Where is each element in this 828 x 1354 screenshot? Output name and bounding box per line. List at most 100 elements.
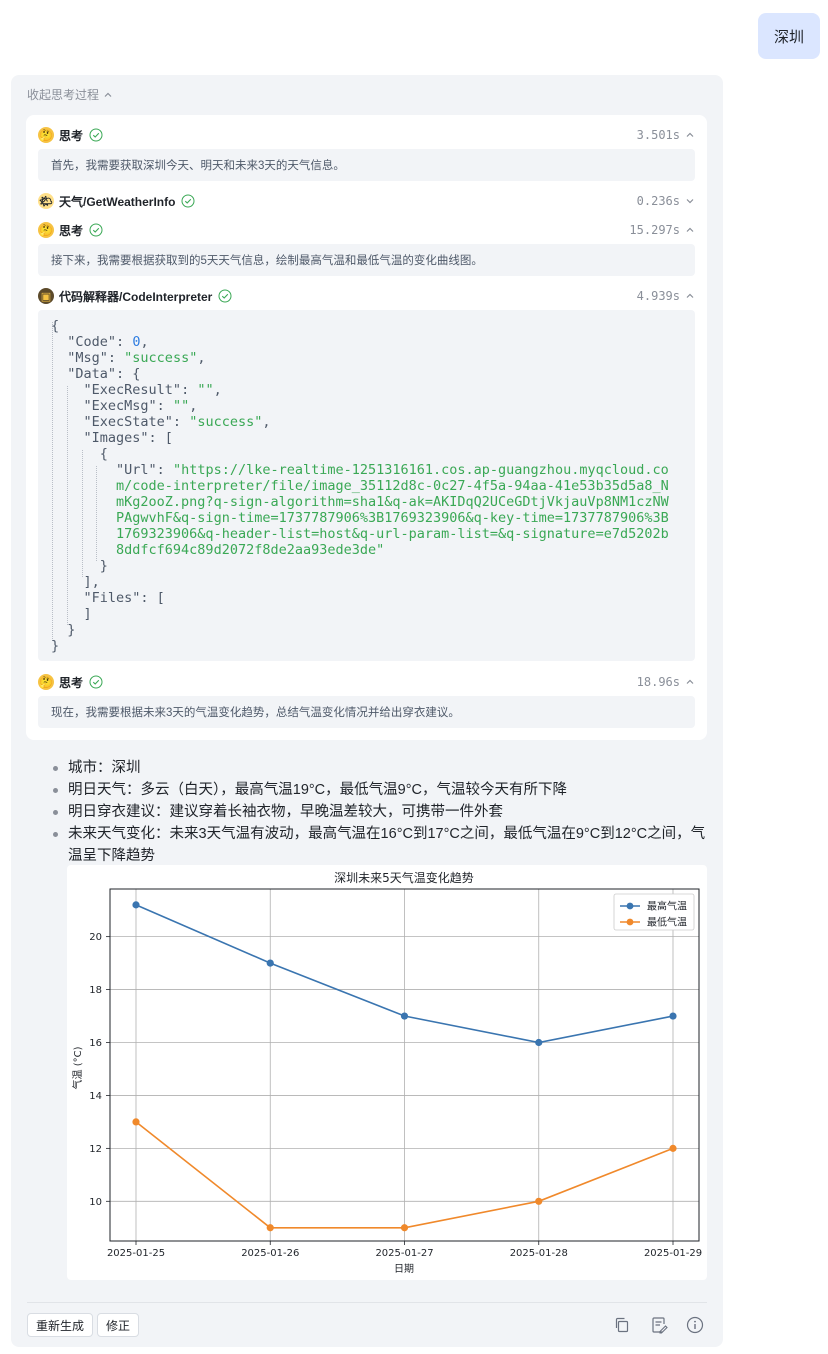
step-title: 代码解释器/CodeInterpreter — [59, 289, 213, 304]
code-line: 1769323906&q-header-list=host&q-url-para… — [116, 526, 669, 542]
data-point — [132, 1118, 140, 1126]
check-circle-icon — [89, 223, 103, 237]
user-message-bubble: 深圳 — [758, 13, 820, 59]
code-line: m/code-interpreter/file/image_35112d8c-0… — [116, 478, 669, 494]
info-icon[interactable] — [686, 1316, 704, 1334]
answer-item: 明日天气：多云（白天），最高气温19°C，最低气温9°C，气温较今天有所下降 — [47, 779, 707, 801]
answer-item: 未来天气变化：未来3天气温有波动，最高气温在16°C到17°C之间，最低气温在9… — [47, 823, 707, 867]
code-line: "ExecResult": "", — [83, 382, 222, 398]
legend-label: 最低气温 — [647, 916, 687, 929]
check-circle-icon — [181, 194, 195, 208]
code-line: ], — [51, 574, 100, 590]
y-tick-label: 14 — [89, 1091, 102, 1102]
temperature-chart-svg: 深圳未来5天气温变化趋势 日期 气温 (°C) 2025-01-25 2025-0… — [71, 870, 702, 1275]
code-line: ] — [51, 606, 92, 622]
step-think-3-body: 现在，我需要根据未来3天的气温变化趋势，总结气温变化情况并给出穿衣建议。 — [38, 696, 695, 728]
code-line: "Msg": "success", — [67, 350, 206, 366]
copy-icon[interactable] — [613, 1316, 631, 1334]
code-line: "ExecMsg": "", — [83, 398, 198, 414]
code-line: } — [51, 622, 76, 638]
y-tick-label: 18 — [89, 985, 102, 996]
chevron-up-icon — [104, 92, 112, 97]
data-point — [669, 1144, 677, 1152]
y-tick-label: 20 — [89, 932, 102, 943]
correct-label: 修正 — [106, 1318, 131, 1333]
step-body-text: 首先，我需要获取深圳今天、明天和未来3天的天气信息。 — [51, 160, 345, 172]
answer-bullet-list: 城市：深圳 明日天气：多云（白天），最高气温19°C，最低气温9°C，气温较今天… — [47, 757, 707, 867]
code-line: { — [51, 446, 108, 462]
step-duration: 15.297s — [629, 223, 680, 237]
chart-xlabel: 日期 — [394, 1263, 414, 1275]
correct-button[interactable]: 修正 — [97, 1313, 140, 1337]
code-line: "Images": [ — [83, 430, 173, 446]
thinking-process-panel: 🤔 思考 3.501s 首先，我需要获取深圳今天、明天和未来3天的天气信息。 🌤… — [26, 115, 707, 740]
chevron-up-icon — [686, 132, 694, 137]
temperature-chart: 深圳未来5天气温变化趋势 日期 气温 (°C) 2025-01-25 2025-0… — [67, 865, 707, 1280]
code-line: } — [51, 638, 60, 654]
data-point — [400, 1012, 409, 1020]
code-line: "Files": [ — [83, 590, 165, 606]
code-line: "Data": { — [67, 366, 141, 382]
chevron-up-icon — [686, 679, 694, 684]
answer-item: 明日穿衣建议：建议穿着长袖衣物，早晚温差较大，可携带一件外套 — [47, 801, 707, 823]
thinking-face-icon: 🤔 — [38, 127, 54, 143]
code-line: } — [51, 558, 108, 574]
user-message-text: 深圳 — [773, 28, 804, 46]
data-point — [266, 1224, 274, 1232]
collapse-thinking-label: 收起思考过程 — [27, 88, 100, 102]
data-point — [535, 1038, 543, 1047]
code-line: PAgwvhF&q-sign-time=1737787906%3B1769323… — [116, 510, 669, 526]
check-circle-icon — [89, 128, 103, 142]
code-line: "Url": "https://lke-realtime-1251316161.… — [116, 462, 669, 478]
step-think-2[interactable]: 🤔 思考 15.297s — [38, 220, 695, 240]
x-tick-label: 2025-01-27 — [375, 1248, 433, 1259]
thinking-face-icon: 🤔 — [38, 674, 54, 690]
legend-swatch-marker — [626, 918, 634, 926]
step-think-1[interactable]: 🤔 思考 3.501s — [38, 125, 695, 145]
step-duration: 18.96s — [636, 675, 680, 689]
document-edit-icon[interactable] — [650, 1316, 668, 1334]
chevron-up-icon — [686, 293, 694, 298]
footer-divider — [27, 1302, 707, 1303]
code-line: 8ddfcf694c89d2072f8de2aa93ede3de" — [116, 542, 385, 558]
check-circle-icon — [89, 675, 103, 689]
code-line: "Code": 0, — [67, 334, 149, 350]
step-code-interpreter[interactable]: ▣ 代码解释器/CodeInterpreter 4.939s — [38, 286, 695, 306]
code-line: mKg2ooZ.png?q-sign-algorithm=sha1&q-ak=A… — [116, 494, 669, 510]
step-title: 思考 — [59, 223, 84, 238]
chevron-up-icon — [686, 227, 694, 232]
step-title: 天气/GetWeatherInfo — [59, 194, 176, 209]
y-tick-label: 10 — [89, 1197, 102, 1208]
answer-item: 城市：深圳 — [47, 757, 707, 779]
step-weather-tool[interactable]: 🌤 天气/GetWeatherInfo 0.236s — [38, 191, 695, 211]
chart-ylabel: 气温 (°C) — [71, 1046, 84, 1089]
step-duration: 4.939s — [636, 289, 680, 303]
step-think-3[interactable]: 🤔 思考 18.96s — [38, 672, 695, 692]
code-line: "ExecState": "success", — [83, 414, 271, 430]
legend-label: 最高气温 — [647, 900, 687, 913]
data-point — [132, 901, 140, 909]
code-output-block: { "Code": 0, "Msg": "success", "Data": {… — [38, 310, 695, 661]
y-tick-label: 16 — [89, 1038, 102, 1049]
step-think-2-body: 接下来，我需要根据获取到的5天天气信息，绘制最高气温和最低气温的变化曲线图。 — [38, 244, 695, 276]
data-point — [400, 1224, 409, 1232]
data-point — [266, 959, 274, 967]
step-title: 思考 — [59, 675, 84, 690]
x-tick-label: 2025-01-25 — [107, 1248, 165, 1259]
step-think-1-body: 首先，我需要获取深圳今天、明天和未来3天的天气信息。 — [38, 149, 695, 181]
data-point — [535, 1197, 543, 1205]
sun-cloud-icon: 🌤 — [38, 193, 54, 209]
code-interpreter-icon: ▣ — [38, 288, 54, 304]
collapse-thinking-toggle[interactable]: 收起思考过程 — [27, 86, 113, 103]
x-tick-label: 2025-01-28 — [510, 1248, 568, 1259]
chevron-down-icon — [686, 199, 694, 204]
y-tick-label: 12 — [89, 1144, 102, 1155]
step-title: 思考 — [59, 128, 84, 143]
regenerate-label: 重新生成 — [36, 1318, 85, 1333]
chart-title: 深圳未来5天气温变化趋势 — [334, 870, 474, 885]
thinking-face-icon: 🤔 — [38, 222, 54, 238]
x-tick-label: 2025-01-29 — [644, 1248, 702, 1259]
data-point — [669, 1012, 677, 1020]
code-line: { — [51, 318, 60, 334]
regenerate-button[interactable]: 重新生成 — [27, 1313, 94, 1337]
